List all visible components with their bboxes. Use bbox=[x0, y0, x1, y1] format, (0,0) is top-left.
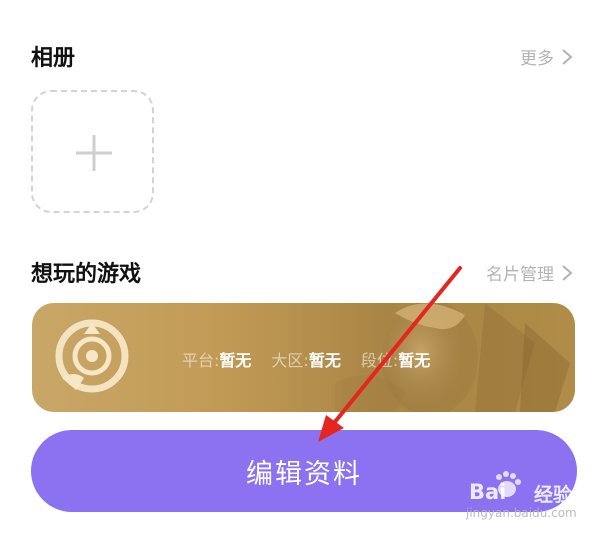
plus-icon bbox=[76, 135, 112, 171]
region-label: 大区: bbox=[271, 351, 309, 370]
card-manage-label: 名片管理 bbox=[486, 265, 554, 285]
region-value: 暂无 bbox=[308, 351, 341, 370]
rank-value: 暂无 bbox=[398, 351, 431, 370]
album-title: 相册 bbox=[31, 46, 76, 71]
platform-value: 暂无 bbox=[219, 351, 252, 370]
watermark-brand: Bai bbox=[469, 480, 507, 504]
chevron-right-icon bbox=[562, 48, 573, 65]
card-manage-link[interactable]: 名片管理 bbox=[486, 260, 574, 285]
game-card[interactable]: 平台: 暂无 大区: 暂无 段位: 暂无 bbox=[32, 303, 575, 412]
game-info: 平台: 暂无 大区: 暂无 段位: 暂无 bbox=[182, 347, 450, 371]
platform-label: 平台: bbox=[182, 351, 220, 370]
add-photo-button[interactable] bbox=[31, 90, 154, 213]
game-emblem-icon bbox=[55, 319, 129, 393]
watermark-brand-cn: 经验 bbox=[534, 484, 573, 506]
games-title: 想玩的游戏 bbox=[31, 262, 142, 287]
album-more-label: 更多 bbox=[520, 49, 554, 69]
rank-label: 段位: bbox=[360, 351, 399, 370]
watermark-url: jingyan.baidu.com bbox=[466, 506, 577, 520]
chevron-right-icon bbox=[562, 264, 573, 281]
album-more-link[interactable]: 更多 bbox=[520, 44, 574, 69]
